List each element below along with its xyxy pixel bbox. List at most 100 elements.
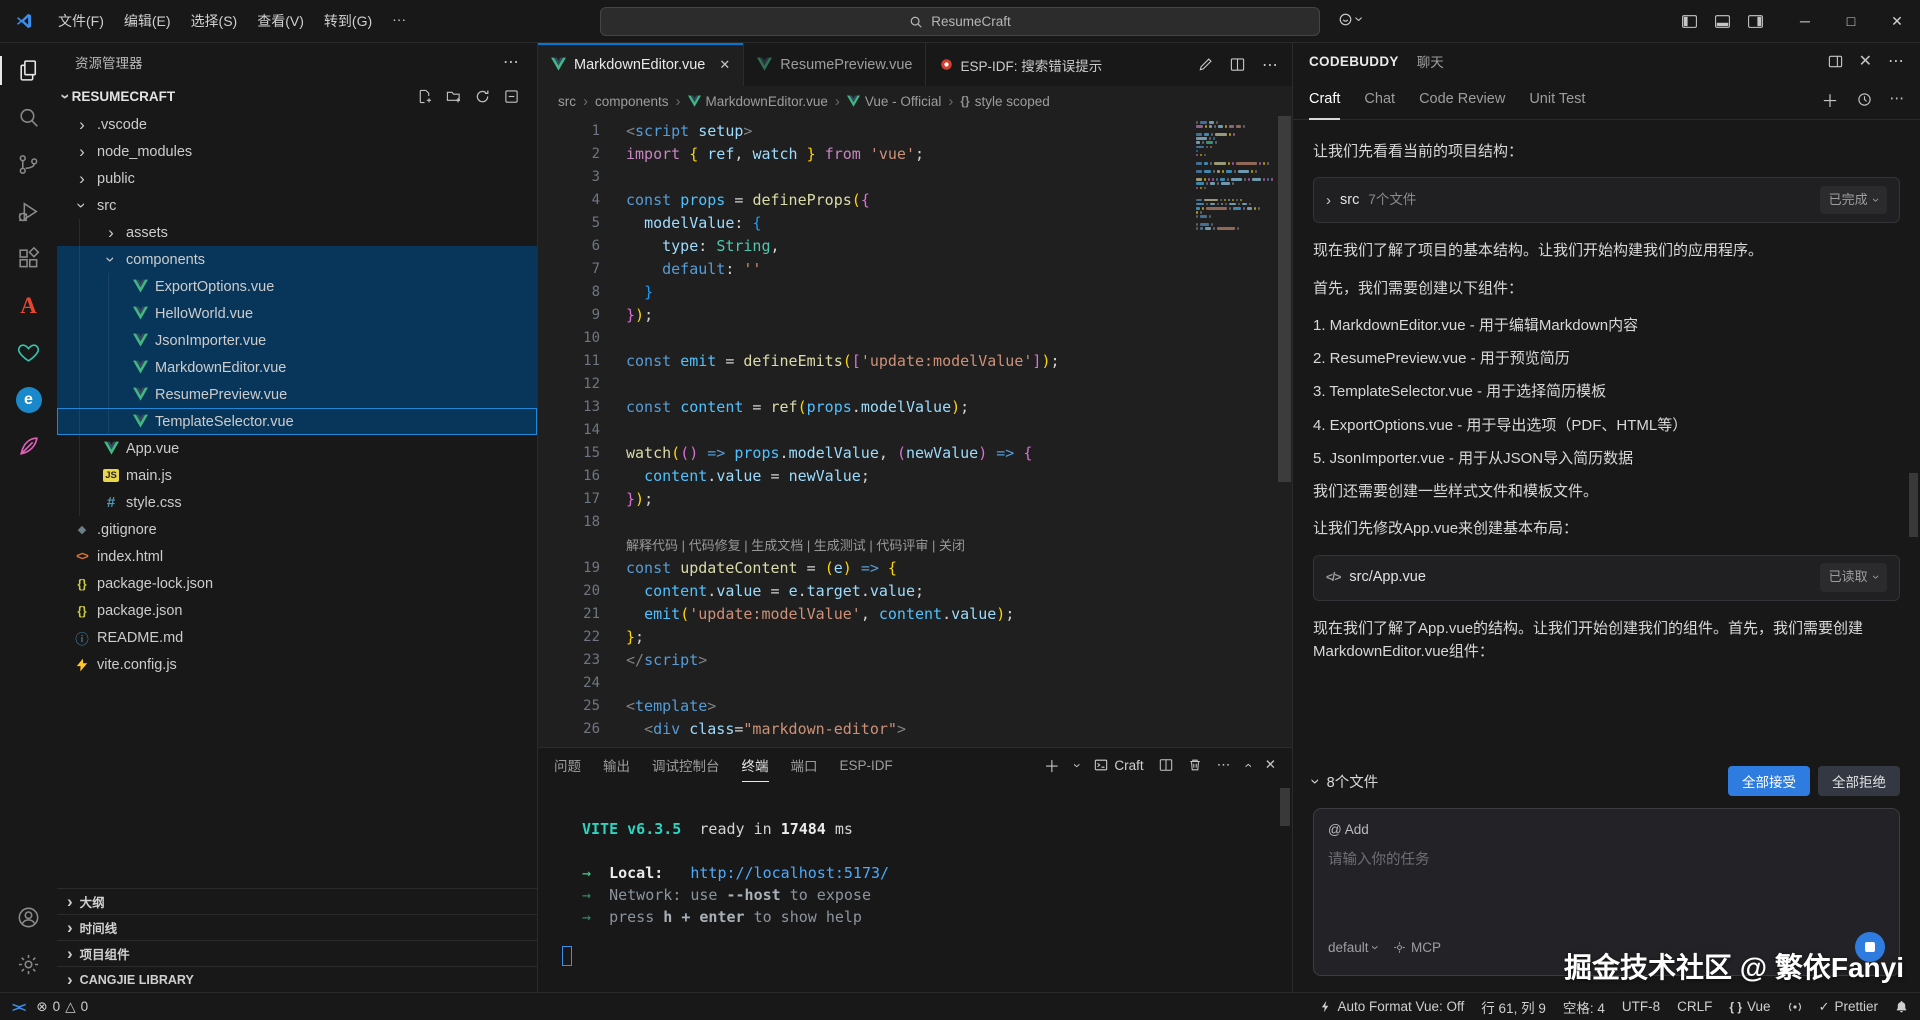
- refresh-icon[interactable]: [475, 89, 490, 104]
- sidebar-section-大纲[interactable]: › 大纲: [57, 888, 537, 914]
- chevron-down-icon[interactable]: ›: [1306, 778, 1325, 784]
- status-item-CRLF[interactable]: CRLF: [1677, 999, 1712, 1014]
- tongyi-lingma-icon[interactable]: A: [0, 282, 57, 329]
- breadcrumb-item-src[interactable]: src: [558, 94, 576, 109]
- maximize-panel-icon[interactable]: ›: [1240, 763, 1255, 768]
- panel-tab-ESP-IDF[interactable]: ESP-IDF: [840, 748, 893, 782]
- codebuddy-tab-Code Review[interactable]: Code Review: [1419, 79, 1505, 119]
- tree-item-HelloWorld.vue[interactable]: HelloWorld.vue: [57, 300, 537, 327]
- tree-item-TemplateSelector.vue[interactable]: TemplateSelector.vue: [57, 408, 537, 435]
- more-actions-icon[interactable]: ⋯: [1890, 91, 1905, 107]
- close-panel-icon[interactable]: ✕: [1265, 757, 1276, 773]
- breadcrumb-item-style scoped[interactable]: {} style scoped: [960, 94, 1049, 109]
- tree-item-main.js[interactable]: JS main.js: [57, 462, 537, 489]
- breadcrumb-item-Vue - Official[interactable]: Vue - Official: [846, 94, 941, 109]
- tree-item-style.css[interactable]: # style.css: [57, 489, 537, 516]
- close-button[interactable]: ✕: [1874, 0, 1920, 42]
- sidebar-section-CANGJIE LIBRARY[interactable]: › CANGJIE LIBRARY: [57, 966, 537, 992]
- edit-pencil-icon[interactable]: [1198, 57, 1213, 72]
- new-session-icon[interactable]: ＋: [1822, 87, 1839, 112]
- menu-item-2[interactable]: 选择(S): [181, 6, 248, 36]
- copilot-menu[interactable]: ›: [1338, 10, 1368, 28]
- toggle-secondary-sidebar-icon[interactable]: [1747, 13, 1764, 30]
- toggle-sidebar-icon[interactable]: [1681, 13, 1698, 30]
- status-item-bell[interactable]: [1895, 1000, 1908, 1013]
- project-section-header[interactable]: › RESUMECRAFT: [56, 81, 537, 111]
- menu-item-3[interactable]: 查看(V): [247, 6, 314, 36]
- split-terminal-icon[interactable]: [1159, 758, 1173, 772]
- terminal-scrollbar[interactable]: [1280, 788, 1290, 826]
- tree-item-MarkdownEditor.vue[interactable]: MarkdownEditor.vue: [57, 354, 537, 381]
- tree-item-node_modules[interactable]: › node_modules: [57, 138, 537, 165]
- history-icon[interactable]: [1857, 92, 1872, 107]
- file-card-src/App.vue[interactable]: </> src/App.vue 已读取 ›: [1313, 554, 1900, 601]
- source-control-icon[interactable]: [0, 141, 57, 188]
- settings-icon[interactable]: [0, 941, 57, 988]
- codebuddy-tab-Chat[interactable]: Chat: [1364, 79, 1395, 119]
- sidebar-section-项目组件[interactable]: › 项目组件: [57, 940, 537, 966]
- codebuddy-icon[interactable]: [0, 329, 57, 376]
- codebuddy-scrollbar[interactable]: [1909, 473, 1918, 537]
- account-icon[interactable]: [0, 894, 57, 941]
- tree-item-assets[interactable]: › assets: [57, 219, 537, 246]
- run-debug-icon[interactable]: [0, 188, 57, 235]
- card-status-badge[interactable]: 已完成 ›: [1819, 186, 1887, 215]
- codebuddy-tab-Unit Test[interactable]: Unit Test: [1529, 79, 1585, 119]
- tree-item-App.vue[interactable]: App.vue: [57, 435, 537, 462]
- close-tab-icon[interactable]: ✕: [719, 57, 730, 73]
- status-item-UTF-8[interactable]: UTF-8: [1622, 999, 1660, 1014]
- tree-item-ResumePreview.vue[interactable]: ResumePreview.vue: [57, 381, 537, 408]
- split-editor-icon[interactable]: [1230, 57, 1245, 72]
- panel-more-icon[interactable]: ⋯: [1217, 757, 1231, 773]
- breadcrumb-item-MarkdownEditor.vue[interactable]: MarkdownEditor.vue: [687, 94, 828, 109]
- new-terminal-icon[interactable]: ＋: [1044, 753, 1060, 777]
- breadcrumb-item-components[interactable]: components: [595, 94, 669, 109]
- tree-item-.vscode[interactable]: › .vscode: [57, 111, 537, 138]
- card-status-badge[interactable]: 已读取 ›: [1819, 563, 1887, 592]
- reject-all-button[interactable]: 全部拒绝: [1818, 766, 1900, 796]
- maximize-button[interactable]: □: [1828, 0, 1874, 42]
- esp-idf-icon[interactable]: e: [0, 376, 57, 423]
- kill-terminal-icon[interactable]: [1188, 758, 1202, 772]
- search-icon[interactable]: [0, 94, 57, 141]
- tree-item-package.json[interactable]: {} package.json: [57, 597, 537, 624]
- tab-MarkdownEditor.vue[interactable]: MarkdownEditor.vue ✕: [538, 43, 745, 86]
- panel-tab-终端[interactable]: 终端: [741, 748, 769, 782]
- tree-item-README.md[interactable]: ⓘ README.md: [57, 624, 537, 651]
- sidebar-section-时间线[interactable]: › 时间线: [57, 914, 537, 940]
- model-selector[interactable]: default ›: [1328, 940, 1382, 955]
- codelens-actions[interactable]: 解释代码 | 代码修复 | 生成文档 | 生成测试 | 代码评审 | 关闭: [538, 534, 1292, 557]
- codebuddy-tab-Craft[interactable]: Craft: [1309, 79, 1341, 120]
- tab-ResumePreview.vue[interactable]: ResumePreview.vue: [744, 43, 927, 86]
- tree-item-vite.config.js[interactable]: vite.config.js: [57, 651, 537, 678]
- command-center-search[interactable]: ResumeCraft: [600, 7, 1320, 36]
- new-file-icon[interactable]: [417, 89, 432, 104]
- status-item-Vue[interactable]: { } Vue: [1729, 999, 1770, 1014]
- tree-item-package-lock.json[interactable]: {} package-lock.json: [57, 570, 537, 597]
- changed-files-label[interactable]: 8个文件: [1327, 771, 1379, 792]
- tree-item-public[interactable]: › public: [57, 165, 537, 192]
- add-context-button[interactable]: @ Add: [1328, 822, 1885, 837]
- tree-item-ExportOptions.vue[interactable]: ExportOptions.vue: [57, 273, 537, 300]
- menu-item-5[interactable]: ···: [382, 6, 416, 36]
- explorer-icon[interactable]: [0, 47, 57, 94]
- status-item-行 61, 列 9[interactable]: 行 61, 列 9: [1481, 997, 1546, 1017]
- terminal[interactable]: VITE v6.3.5 ready in 17484 ms → Local: h…: [538, 782, 1292, 992]
- menu-item-0[interactable]: 文件(F): [48, 6, 114, 36]
- menu-item-4[interactable]: 转到(G): [314, 6, 382, 36]
- codebuddy-chat-label[interactable]: 聊天: [1417, 51, 1444, 71]
- minimap[interactable]: [1193, 121, 1275, 232]
- panel-tab-问题[interactable]: 问题: [554, 748, 581, 782]
- terminal-instance-craft[interactable]: Craft: [1094, 758, 1144, 773]
- tree-item-JsonImporter.vue[interactable]: JsonImporter.vue: [57, 327, 537, 354]
- accept-all-button[interactable]: 全部接受: [1728, 766, 1810, 796]
- toggle-panel-icon[interactable]: [1714, 13, 1731, 30]
- more-actions-icon[interactable]: ⋯: [1262, 55, 1278, 75]
- open-side-icon[interactable]: [1828, 54, 1843, 69]
- file-card-src[interactable]: › src 7个文件 已完成 ›: [1313, 177, 1900, 224]
- tree-item-.gitignore[interactable]: ◆ .gitignore: [57, 516, 537, 543]
- menu-item-1[interactable]: 编辑(E): [114, 6, 181, 36]
- remote-indicator-icon[interactable]: ><: [12, 999, 26, 1015]
- code-editor[interactable]: 1 <script setup> 2 import { ref, watch } fr…: [538, 116, 1292, 747]
- minimize-button[interactable]: ─: [1782, 0, 1828, 42]
